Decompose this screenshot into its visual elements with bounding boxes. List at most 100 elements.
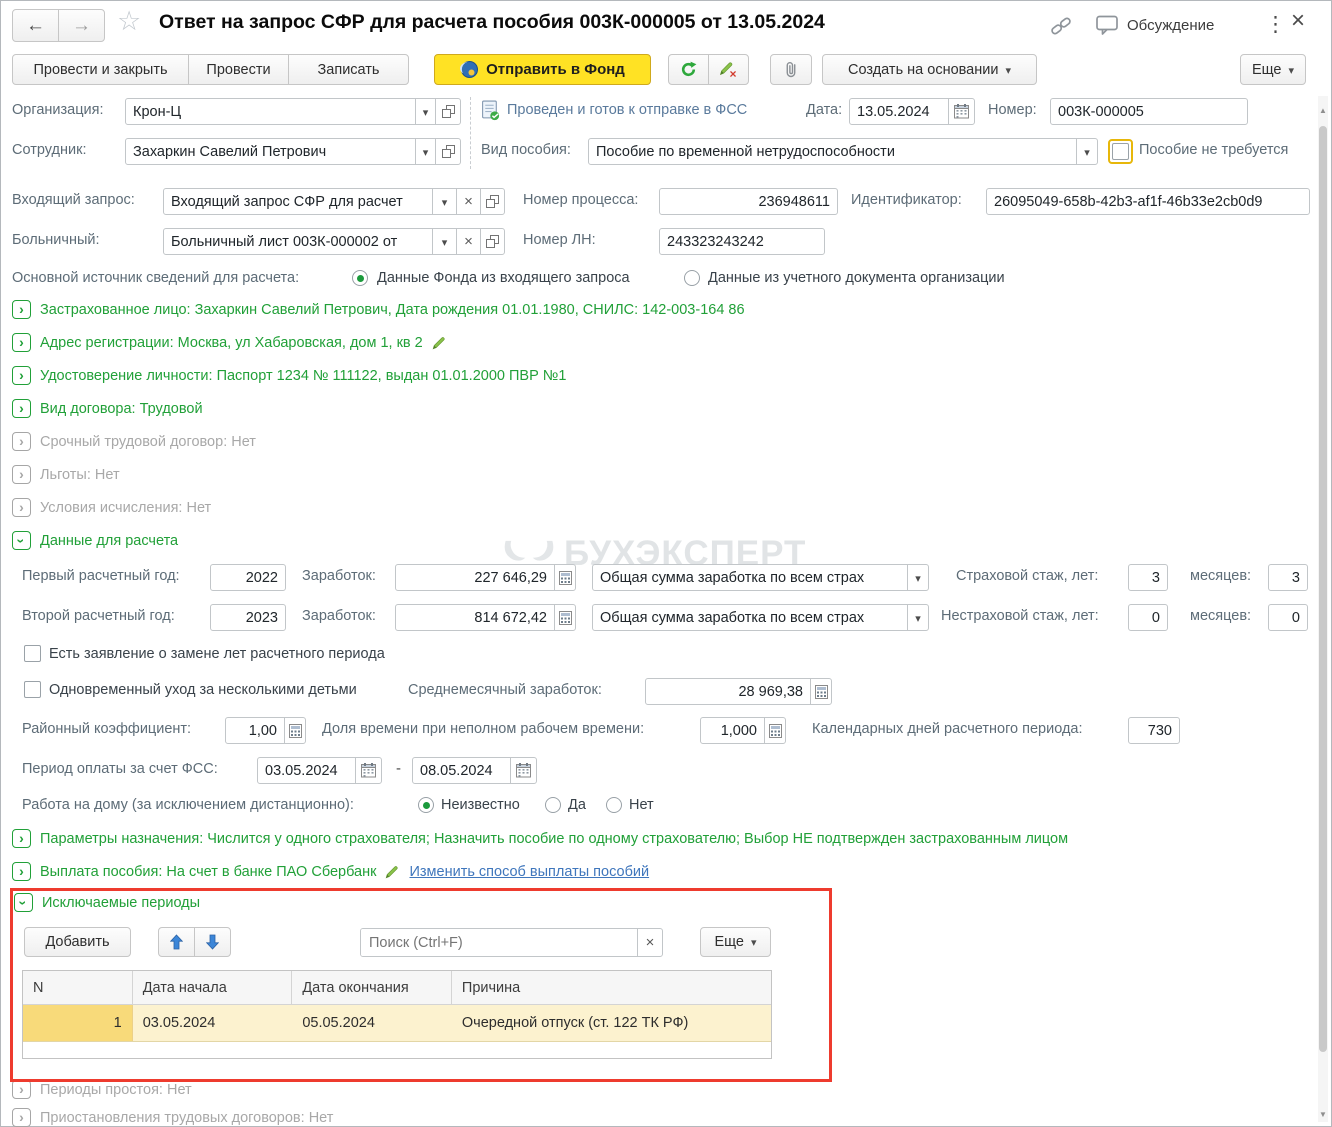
benefit-type-field[interactable]: Пособие по временной нетрудоспособности bbox=[588, 138, 1098, 165]
cancel-posting-button[interactable]: × bbox=[708, 54, 749, 85]
district-coef-value[interactable]: 1,00 bbox=[225, 717, 285, 744]
post-button[interactable]: Провести bbox=[188, 54, 289, 85]
expander-icon[interactable]: › bbox=[12, 300, 31, 319]
earnings1-source-select[interactable]: Общая сумма заработка по всем страх bbox=[592, 564, 929, 591]
insured-exp-years-field[interactable]: 3 bbox=[1128, 564, 1168, 591]
part-time-field[interactable]: 1,000 bbox=[700, 717, 786, 744]
calendar-days-field[interactable]: 730 bbox=[1128, 717, 1180, 744]
search-input[interactable] bbox=[361, 929, 637, 956]
earnings1-source-value[interactable]: Общая сумма заработка по всем страх bbox=[592, 564, 908, 591]
save-button[interactable]: Записать bbox=[288, 54, 409, 85]
get-link-icon[interactable] bbox=[1049, 16, 1073, 41]
avg-monthly-calc-button[interactable] bbox=[810, 678, 832, 705]
cell-n[interactable]: 1 bbox=[23, 1005, 133, 1041]
section-excluded-periods[interactable]: › Исключаемые периоды bbox=[14, 893, 200, 912]
scroll-up-icon[interactable] bbox=[1319, 100, 1327, 118]
expander-icon[interactable]: › bbox=[12, 399, 31, 418]
organization-value[interactable]: Крон-Ц bbox=[125, 98, 416, 125]
section-address[interactable]: › Адрес регистрации: Москва, ул Хабаровс… bbox=[12, 333, 447, 352]
discussion-button[interactable]: Обсуждение bbox=[1096, 15, 1214, 36]
district-coef-calc-button[interactable] bbox=[284, 717, 306, 744]
earnings2-source-select[interactable]: Общая сумма заработка по всем страх bbox=[592, 604, 929, 631]
expander-icon[interactable]: › bbox=[12, 333, 31, 352]
window-menu-icon[interactable] bbox=[1265, 12, 1286, 37]
source-fund-label[interactable]: Данные Фонда из входящего запроса bbox=[377, 270, 630, 286]
benefit-not-required-checkbox[interactable] bbox=[1108, 139, 1133, 164]
replace-years-checkbox[interactable] bbox=[24, 645, 41, 662]
home-work-no-label[interactable]: Нет bbox=[629, 797, 654, 813]
sick-leave-value[interactable]: Больничный лист 003К-000002 от bbox=[163, 228, 433, 255]
uninsured-exp-months-field[interactable]: 0 bbox=[1268, 604, 1308, 631]
earnings1-source-dropdown[interactable] bbox=[907, 564, 929, 591]
move-down-button[interactable] bbox=[194, 927, 231, 957]
expander-icon[interactable]: › bbox=[12, 829, 31, 848]
source-org-radio[interactable] bbox=[684, 270, 700, 286]
expander-icon[interactable]: › bbox=[12, 366, 31, 385]
section-downtime[interactable]: › Периоды простоя: Нет bbox=[12, 1080, 192, 1099]
incoming-request-value[interactable]: Входящий запрос СФР для расчет bbox=[163, 188, 433, 215]
earnings2-value[interactable]: 814 672,42 bbox=[395, 604, 555, 631]
earnings2-source-value[interactable]: Общая сумма заработка по всем страх bbox=[592, 604, 908, 631]
year1-field[interactable]: 2022 bbox=[210, 564, 286, 591]
expander-icon[interactable]: › bbox=[12, 465, 31, 484]
expander-icon[interactable]: › bbox=[12, 498, 31, 517]
benefit-type-value[interactable]: Пособие по временной нетрудоспособности bbox=[588, 138, 1077, 165]
send-to-fund-button[interactable]: Отправить в Фонд bbox=[434, 54, 651, 85]
year2-field[interactable]: 2023 bbox=[210, 604, 286, 631]
organization-dropdown-button[interactable] bbox=[415, 98, 436, 125]
attachments-button[interactable] bbox=[770, 54, 812, 85]
simultaneous-care-checkbox[interactable] bbox=[24, 681, 41, 698]
incoming-request-open-button[interactable] bbox=[480, 188, 505, 215]
district-coef-field[interactable]: 1,00 bbox=[225, 717, 306, 744]
avg-monthly-value[interactable]: 28 969,38 bbox=[645, 678, 811, 705]
incoming-request-dropdown-button[interactable] bbox=[432, 188, 457, 215]
home-work-yes-label[interactable]: Да bbox=[568, 797, 586, 813]
fss-from-field[interactable]: 03.05.2024 bbox=[257, 757, 382, 784]
insured-exp-months-field[interactable]: 3 bbox=[1268, 564, 1308, 591]
scroll-down-icon[interactable] bbox=[1319, 1104, 1327, 1122]
search-clear-button[interactable] bbox=[637, 928, 663, 957]
section-conditions[interactable]: › Условия исчисления: Нет bbox=[12, 498, 211, 517]
move-up-button[interactable] bbox=[158, 927, 195, 957]
uninsured-exp-years-field[interactable]: 0 bbox=[1128, 604, 1168, 631]
add-row-button[interactable]: Добавить bbox=[24, 927, 131, 957]
fss-from-value[interactable]: 03.05.2024 bbox=[257, 757, 356, 784]
table-row[interactable]: 1 03.05.2024 05.05.2024 Очередной отпуск… bbox=[23, 1005, 771, 1042]
date-value[interactable]: 13.05.2024 bbox=[849, 98, 949, 125]
earnings1-value[interactable]: 227 646,29 bbox=[395, 564, 555, 591]
employee-open-button[interactable] bbox=[435, 138, 461, 165]
date-field[interactable]: 13.05.2024 bbox=[849, 98, 975, 125]
cell-end[interactable]: 05.05.2024 bbox=[292, 1005, 452, 1041]
earnings1-calc-button[interactable] bbox=[554, 564, 576, 591]
earnings2-field[interactable]: 814 672,42 bbox=[395, 604, 576, 631]
cell-reason[interactable]: Очередной отпуск (ст. 122 ТК РФ) bbox=[452, 1005, 771, 1041]
replace-years-label[interactable]: Есть заявление о замене лет расчетного п… bbox=[49, 646, 385, 662]
employee-dropdown-button[interactable] bbox=[415, 138, 436, 165]
employee-value[interactable]: Захаркин Савелий Петрович bbox=[125, 138, 416, 165]
section-insured-person[interactable]: › Застрахованное лицо: Захаркин Савелий … bbox=[12, 300, 745, 319]
earnings1-field[interactable]: 227 646,29 bbox=[395, 564, 576, 591]
part-time-calc-button[interactable] bbox=[764, 717, 786, 744]
more-button[interactable]: Еще bbox=[1240, 54, 1306, 85]
organization-field[interactable]: Крон-Ц bbox=[125, 98, 461, 125]
expander-icon[interactable]: › bbox=[12, 432, 31, 451]
expander-icon[interactable]: › bbox=[12, 862, 31, 881]
close-icon[interactable] bbox=[1291, 7, 1305, 35]
change-payment-method-link[interactable]: Изменить способ выплаты пособий bbox=[409, 864, 649, 880]
source-fund-radio[interactable] bbox=[352, 270, 368, 286]
post-and-close-button[interactable]: Провести и закрыть bbox=[12, 54, 189, 85]
expander-icon[interactable]: › bbox=[12, 1108, 31, 1127]
process-number-field[interactable]: 236948611 bbox=[659, 188, 838, 215]
sick-leave-open-button[interactable] bbox=[480, 228, 505, 255]
expander-icon[interactable]: › bbox=[12, 1080, 31, 1099]
section-privileges[interactable]: › Льготы: Нет bbox=[12, 465, 120, 484]
date-calendar-button[interactable] bbox=[948, 98, 975, 125]
incoming-request-field[interactable]: Входящий запрос СФР для расчет bbox=[163, 188, 505, 215]
cell-start[interactable]: 03.05.2024 bbox=[133, 1005, 293, 1041]
home-work-yes-radio[interactable] bbox=[545, 797, 561, 813]
expander-icon[interactable]: › bbox=[12, 531, 31, 550]
earnings2-source-dropdown[interactable] bbox=[907, 604, 929, 631]
simultaneous-care-label[interactable]: Одновременный уход за несколькими детьми bbox=[49, 682, 357, 698]
create-based-on-button[interactable]: Создать на основании bbox=[822, 54, 1037, 85]
scrollbar-thumb[interactable] bbox=[1319, 126, 1327, 1052]
